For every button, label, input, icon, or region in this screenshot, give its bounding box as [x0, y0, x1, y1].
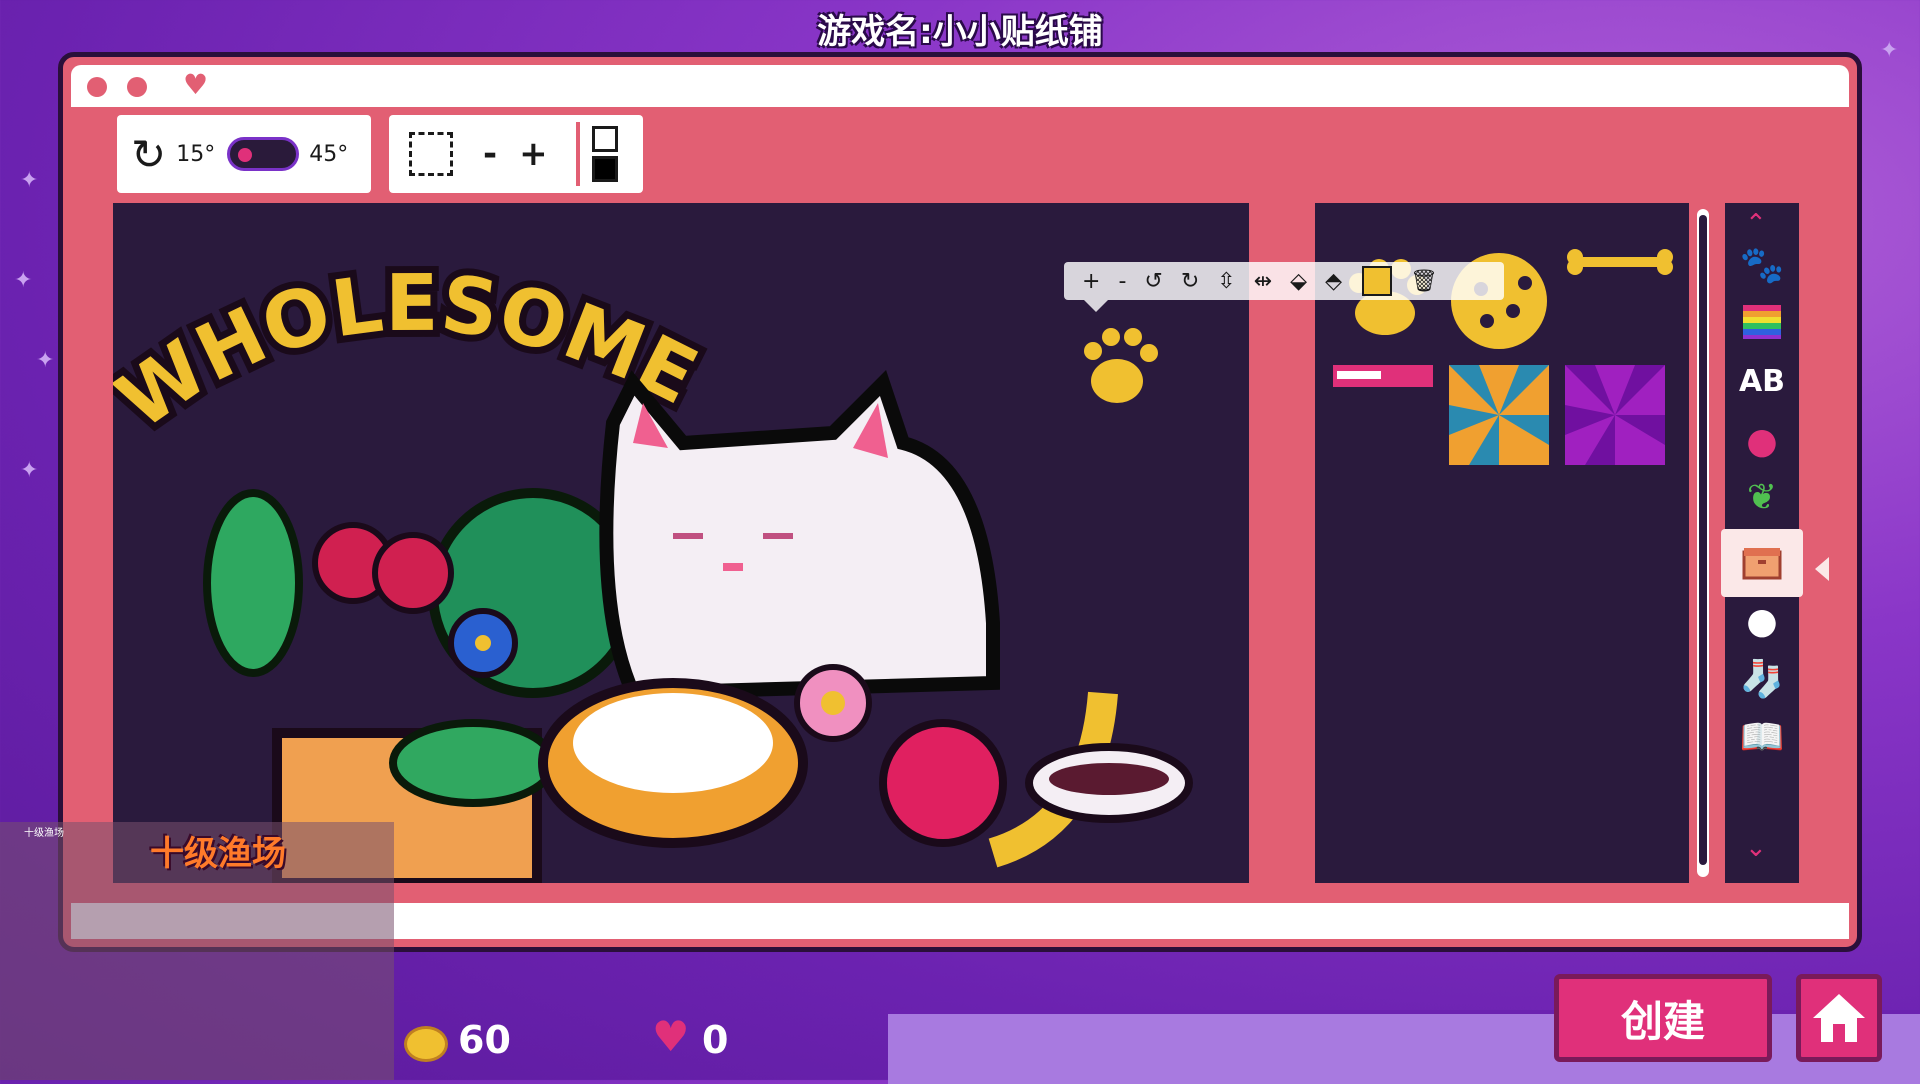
bone-sticker[interactable] — [1567, 249, 1673, 275]
tape-sticker[interactable] — [1333, 365, 1433, 387]
rotation-panel: ↻ 15° 45° — [117, 115, 371, 193]
apple-sticker[interactable] — [879, 719, 1007, 847]
purple-sunburst-sticker[interactable] — [1565, 365, 1665, 465]
overlay-header: 十级渔场 — [24, 828, 64, 839]
rotate-icon[interactable]: ↻ — [131, 130, 166, 179]
divider — [575, 122, 580, 186]
cat-sticker[interactable] — [599, 370, 1000, 701]
canvas-artwork: WHOLESOME — [113, 252, 1193, 883]
angle-small-label: 15° — [176, 141, 216, 167]
editor-window: ♥ ↻ 15° 45° - + WHOLESOME ⌃ 🐾 AB ● ❦ ● 🧦… — [58, 52, 1862, 952]
window-dot-icon[interactable] — [87, 77, 107, 97]
text-icon[interactable]: AB — [1735, 355, 1789, 409]
scroll-thumb[interactable] — [1699, 215, 1707, 865]
fern-leaf[interactable] — [203, 489, 303, 677]
apple-icon[interactable]: ● — [1735, 415, 1789, 469]
flower-center — [475, 635, 491, 651]
category-bar: ⌃ 🐾 AB ● ❦ ● 🧦 📖 ⌄ — [1721, 203, 1803, 883]
select-box-icon[interactable] — [409, 132, 453, 176]
chevron-down-icon[interactable]: ⌄ — [1745, 833, 1767, 863]
toggle-knob — [238, 148, 253, 162]
heart-count: 0 — [702, 1018, 729, 1062]
trash-icon[interactable]: 🗑 — [1410, 269, 1438, 294]
sparkle-icon: ✦ — [20, 168, 39, 193]
toolbar-pointer — [1084, 300, 1108, 312]
rotate-right-icon[interactable]: ↻ — [1181, 269, 1199, 294]
overlay-label: 十级渔场 — [150, 834, 286, 874]
palette-items — [1333, 249, 1673, 465]
layer-down-icon[interactable]: ⬙ — [1290, 269, 1307, 294]
small-leaves[interactable] — [389, 719, 557, 807]
red-flower[interactable] — [372, 532, 454, 614]
palette-scrollbar[interactable] — [1693, 203, 1713, 883]
sparkle-icon: ✦ — [36, 348, 55, 373]
layer-up-icon[interactable]: ⬘ — [1325, 269, 1342, 294]
white-swatch[interactable] — [591, 126, 618, 152]
black-swatch[interactable] — [591, 156, 618, 182]
cat-eye — [673, 533, 703, 539]
milk — [573, 693, 773, 793]
flip-vertical-icon[interactable]: ⇳ — [1217, 269, 1235, 294]
sticker-canvas[interactable]: WHOLESOME — [113, 203, 1249, 883]
book-icon[interactable]: 📖 — [1735, 711, 1789, 765]
angle-large-label: 45° — [309, 141, 349, 167]
game-title: 游戏名:小小贴纸铺 — [817, 12, 1103, 52]
rotate-left-icon[interactable]: ↺ — [1144, 269, 1162, 294]
donut-hole — [821, 691, 845, 715]
circle-icon[interactable]: ● — [1735, 595, 1789, 649]
coin-count: 60 — [458, 1018, 511, 1062]
window-titlebar: ♥ — [71, 65, 1849, 107]
sticker-palette — [1315, 203, 1689, 883]
home-icon — [1813, 994, 1865, 1042]
zoom-in-button[interactable]: + — [1082, 269, 1100, 294]
category-selected-indicator — [1815, 557, 1829, 581]
color-swatches — [591, 126, 618, 182]
heart-icon[interactable]: ♥ — [183, 71, 208, 99]
create-button[interactable]: 创建 — [1554, 974, 1772, 1062]
sock-icon[interactable]: 🧦 — [1735, 653, 1789, 707]
chevron-up-icon[interactable]: ⌃ — [1745, 209, 1767, 239]
rainbow-icon[interactable] — [1735, 295, 1789, 349]
tea — [1049, 763, 1169, 795]
leaf-icon[interactable]: ❦ — [1735, 471, 1789, 525]
grow-button[interactable]: + — [519, 134, 548, 174]
sticker-color-button[interactable] — [1361, 266, 1392, 296]
paw-icon[interactable]: 🐾 — [1735, 239, 1789, 293]
coin-icon — [404, 1026, 448, 1062]
sparkle-icon: ✦ — [14, 268, 33, 293]
cat-mouth — [723, 563, 743, 571]
paw-sticker-selected[interactable] — [1084, 328, 1158, 403]
shrink-button[interactable]: - — [483, 134, 497, 174]
selection-panel: - + — [389, 115, 643, 193]
heart-icon: ♥ — [652, 1012, 690, 1061]
orange-sunburst-sticker[interactable] — [1449, 365, 1549, 465]
window-dot-icon[interactable] — [127, 77, 147, 97]
zoom-out-button[interactable]: - — [1118, 269, 1126, 294]
flip-horizontal-icon[interactable]: ⇹ — [1254, 269, 1272, 294]
home-button[interactable] — [1796, 974, 1882, 1062]
sticker-edit-toolbar: + - ↺ ↻ ⇳ ⇹ ⬙ ⬘ 🗑 — [1064, 262, 1504, 300]
box-icon[interactable] — [1721, 529, 1803, 597]
rotation-step-toggle[interactable] — [227, 137, 300, 171]
sparkle-icon: ✦ — [20, 458, 39, 483]
cat-eye — [763, 533, 793, 539]
